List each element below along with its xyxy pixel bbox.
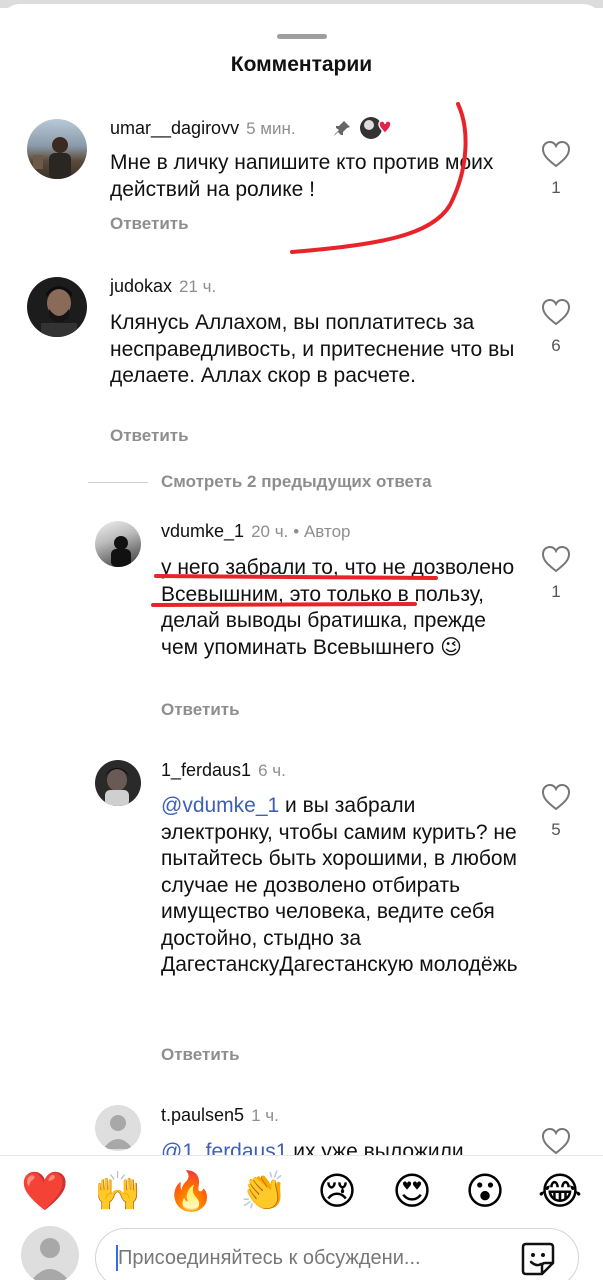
timestamp: 5 мин. — [246, 119, 296, 138]
comment-meta: judokax 21 ч. — [110, 276, 216, 297]
heart-icon[interactable] — [541, 1127, 571, 1155]
comment-meta: umar__dagirovv 5 мин. — [110, 118, 296, 139]
heart-emoji[interactable]: ❤️ — [21, 1170, 68, 1214]
comment-meta: vdumke_1 20 ч. • Автор — [161, 521, 350, 542]
timestamp: 1 ч. — [251, 1106, 279, 1125]
creator-liked-icon — [358, 113, 398, 148]
comment-text: Клянусь Аллахом, вы поплатитесь за неспр… — [110, 311, 515, 387]
like-count: 6 — [551, 336, 561, 355]
reply-button[interactable]: Ответить — [161, 1045, 240, 1065]
avatar[interactable] — [27, 119, 87, 179]
like-count: 5 — [551, 820, 561, 839]
username[interactable]: 1_ferdaus1 — [161, 760, 251, 780]
heart-icon[interactable] — [541, 140, 571, 173]
surprised-emoji[interactable]: 😮 — [462, 1170, 508, 1214]
username[interactable]: judokax — [110, 276, 172, 296]
author-badge: • Автор — [293, 522, 351, 541]
mention-link[interactable]: @1_ferdaus1 — [161, 1140, 287, 1155]
crying-emoji[interactable]: 😢 — [314, 1170, 360, 1214]
comment-composer[interactable] — [95, 1228, 579, 1280]
comment-text: @1_ferdaus1 их уже выложили — [161, 1139, 521, 1155]
comment-meta: t.paulsen5 1 ч. — [161, 1105, 279, 1126]
reaction-bar: ❤️ 🙌 🔥 👏 😢 😍 😮 😂 — [0, 1155, 603, 1280]
heart-icon[interactable] — [541, 545, 571, 578]
avatar[interactable] — [27, 277, 87, 337]
comment-body: и вы забрали электронку, чтобы самим кур… — [161, 794, 518, 976]
reply-button[interactable]: Ответить — [161, 700, 240, 720]
avatar[interactable] — [95, 521, 141, 567]
raising-hands-emoji[interactable]: 🙌 — [94, 1170, 141, 1214]
current-user-avatar[interactable] — [21, 1226, 79, 1280]
comment-text: Мне в личку напишите кто против моих дей… — [110, 151, 494, 201]
username[interactable]: umar__dagirovv — [110, 118, 239, 138]
reply-button[interactable]: Ответить — [110, 426, 189, 446]
mention-link[interactable]: @vdumke_1 — [161, 794, 279, 817]
avatar[interactable] — [95, 1105, 141, 1151]
page-title: Комментарии — [230, 53, 373, 76]
thread-divider — [88, 482, 148, 483]
pin-icon — [332, 119, 352, 144]
username[interactable]: t.paulsen5 — [161, 1105, 244, 1125]
comment-meta: 1_ferdaus1 6 ч. — [161, 760, 286, 781]
comment-text: @vdumke_1 и вы забрали электронку, чтобы… — [161, 793, 521, 979]
heart-icon[interactable] — [541, 783, 571, 816]
clapping-emoji[interactable]: 👏 — [240, 1170, 287, 1214]
comment-text: у него забрали то, что не дозволено Всев… — [161, 556, 515, 659]
sticker-icon[interactable] — [520, 1241, 556, 1280]
timestamp: 6 ч. — [258, 761, 286, 780]
view-previous-replies-link[interactable]: Смотреть 2 предыдущих ответа — [161, 472, 432, 492]
username[interactable]: vdumke_1 — [161, 521, 244, 541]
avatar[interactable] — [95, 760, 141, 806]
reply-button[interactable]: Ответить — [110, 214, 189, 234]
heart-icon[interactable] — [541, 298, 571, 331]
timestamp: 20 ч. — [251, 522, 289, 541]
comment-body: их уже выложили — [287, 1140, 464, 1155]
fire-emoji[interactable]: 🔥 — [167, 1170, 214, 1214]
timestamp: 21 ч. — [179, 277, 217, 296]
comment-input[interactable] — [118, 1243, 498, 1273]
heart-eyes-emoji[interactable]: 😍 — [389, 1170, 435, 1214]
laughing-emoji[interactable]: 😂 — [537, 1170, 583, 1214]
like-count: 1 — [551, 178, 561, 197]
sheet-drag-handle[interactable] — [277, 34, 327, 39]
like-count: 1 — [551, 582, 561, 601]
